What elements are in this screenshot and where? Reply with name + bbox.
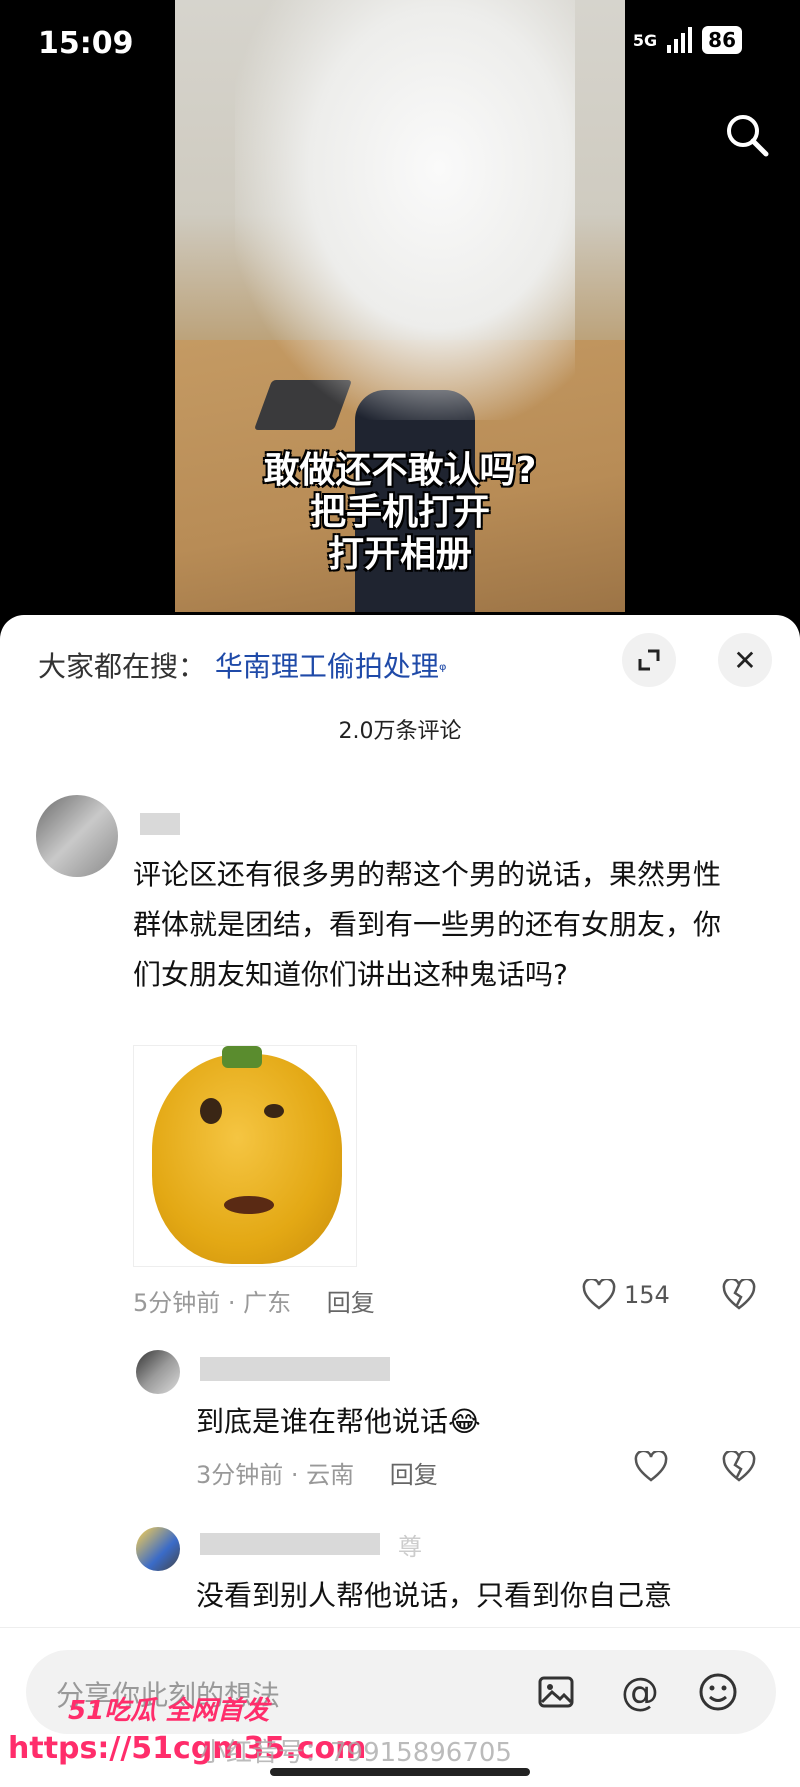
trending-keyword[interactable]: 华南理工偷拍处理 bbox=[215, 650, 439, 683]
caption-line: 打开相册 bbox=[327, 534, 472, 575]
image-icon bbox=[538, 1676, 574, 1708]
trending-search[interactable]: 大家都在搜： 华南理工偷拍处理ᵠ bbox=[38, 645, 446, 685]
dislike-button[interactable] bbox=[722, 1451, 756, 1483]
username-blurred[interactable] bbox=[140, 813, 180, 835]
pepper-eye bbox=[264, 1104, 284, 1118]
reply-button[interactable]: 回复 bbox=[390, 1461, 438, 1489]
broken-heart-icon bbox=[722, 1451, 756, 1482]
watermark-line-1: 51吃瓜 全网首发 bbox=[68, 1696, 270, 1726]
like-button[interactable] bbox=[634, 1451, 668, 1483]
smiley-icon bbox=[699, 1673, 737, 1711]
emoji-button[interactable] bbox=[694, 1668, 742, 1716]
platform-id-watermark: 小红音号：79915896705 bbox=[200, 1738, 512, 1768]
username-blurred[interactable] bbox=[200, 1533, 380, 1555]
comment-time: 5分钟前 · 广东 bbox=[133, 1289, 292, 1317]
pepper-stem bbox=[222, 1046, 262, 1068]
search-icon[interactable] bbox=[722, 110, 772, 160]
heart-icon bbox=[634, 1451, 668, 1482]
battery-indicator: 86 bbox=[702, 26, 742, 54]
username-tail: 尊 bbox=[398, 1533, 422, 1561]
comment-sheet: 大家都在搜： 华南理工偷拍处理ᵠ ✕ 2.0万条评论 评论区还有很多男的帮这个男… bbox=[0, 615, 800, 1787]
heart-icon bbox=[582, 1279, 616, 1310]
reply-meta: 3分钟前 · 云南 回复 bbox=[196, 1455, 438, 1490]
pepper-mouth bbox=[224, 1196, 274, 1214]
caption-line: 敢做还不敢认吗? bbox=[263, 450, 537, 491]
pepper-body bbox=[152, 1054, 342, 1264]
comment-meta: 5分钟前 · 广东 回复 bbox=[133, 1283, 375, 1318]
avatar[interactable] bbox=[36, 795, 118, 877]
reply-text: 到底是谁在帮他说话😂 bbox=[196, 1397, 756, 1447]
video-blur-overlay bbox=[235, 0, 575, 420]
reply-time: 3分钟前 · 云南 bbox=[196, 1461, 355, 1489]
pepper-eye bbox=[200, 1098, 222, 1124]
divider bbox=[0, 1627, 800, 1628]
trending-prefix: 大家都在搜： bbox=[38, 650, 207, 683]
like-count: 154 bbox=[624, 1281, 670, 1309]
avatar[interactable] bbox=[136, 1350, 180, 1394]
close-button[interactable]: ✕ bbox=[718, 633, 772, 687]
at-icon: @ bbox=[621, 1670, 659, 1714]
comment-count: 2.0万条评论 bbox=[338, 719, 462, 744]
network-label-2: 5G bbox=[632, 30, 658, 50]
reply-text: 没看到别人帮他说话，只看到你自己意 bbox=[196, 1579, 673, 1612]
comment-text: 评论区还有很多男的帮这个男的说话，果然男性群体就是团结，看到有一些男的还有女朋友… bbox=[133, 858, 722, 991]
home-indicator bbox=[270, 1768, 530, 1776]
close-icon: ✕ bbox=[733, 643, 757, 677]
mention-button[interactable]: @ bbox=[616, 1668, 664, 1716]
video-caption: 敢做还不敢认吗? 把手机打开 打开相册 bbox=[175, 450, 625, 576]
reply-button[interactable]: 回复 bbox=[327, 1289, 375, 1317]
clock: 15:09 bbox=[38, 26, 134, 61]
broken-heart-icon bbox=[722, 1279, 756, 1310]
caption-line: 把手机打开 bbox=[309, 492, 490, 533]
expand-icon bbox=[638, 649, 660, 671]
like-button[interactable]: 154 bbox=[582, 1279, 670, 1311]
signal-icon-2 bbox=[667, 27, 693, 53]
video-player[interactable]: 敢做还不敢认吗? 把手机打开 打开相册 bbox=[175, 0, 625, 612]
dislike-button[interactable] bbox=[722, 1279, 756, 1311]
reply-text-content: 到底是谁在帮他说话 bbox=[196, 1405, 449, 1438]
username-blurred[interactable] bbox=[200, 1357, 390, 1381]
image-button[interactable] bbox=[532, 1668, 580, 1716]
laugh-cry-emoji: 😂 bbox=[448, 1405, 481, 1438]
small-search-icon: ᵠ bbox=[438, 660, 447, 681]
expand-button[interactable] bbox=[622, 633, 676, 687]
avatar[interactable] bbox=[136, 1527, 180, 1571]
comment-image[interactable] bbox=[133, 1045, 357, 1267]
